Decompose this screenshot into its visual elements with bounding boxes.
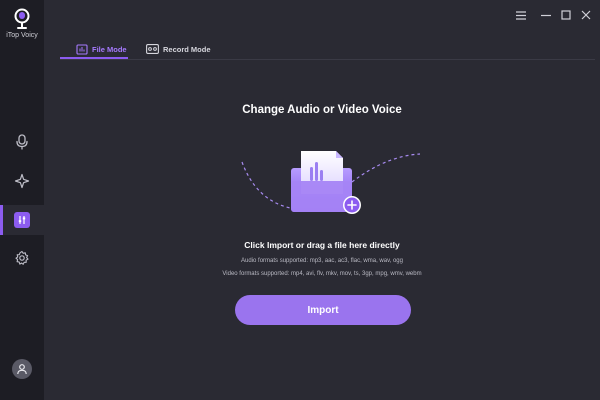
audio-formats-text: Audio formats supported: mp3, aac, ac3, … <box>241 258 403 264</box>
minimize-icon <box>541 14 551 16</box>
menu-icon <box>516 10 526 20</box>
sliders-icon <box>14 212 30 228</box>
app-logo: iTop Voicy <box>0 8 44 39</box>
microphone-icon <box>16 134 28 150</box>
minimize-button[interactable] <box>539 8 553 22</box>
logo-icon <box>14 8 30 29</box>
account-button[interactable] <box>12 359 32 379</box>
tab-record-mode-label: Record Mode <box>163 44 211 54</box>
menu-button[interactable] <box>514 8 528 22</box>
tab-file-mode[interactable]: File Mode <box>76 40 127 58</box>
close-button[interactable] <box>579 8 593 22</box>
add-icon <box>343 196 361 214</box>
import-button[interactable]: Import <box>235 295 411 325</box>
drop-instruction: Click Import or drag a file here directl… <box>244 240 400 250</box>
sidebar-item-effects[interactable] <box>0 166 44 196</box>
tab-file-mode-label: File Mode <box>92 44 127 54</box>
sparkle-icon <box>14 173 30 189</box>
page-heading: Change Audio or Video Voice <box>242 104 402 116</box>
close-icon <box>581 10 591 20</box>
file-audio-icon <box>76 43 88 55</box>
sidebar-item-file-mode[interactable] <box>0 205 44 235</box>
sidebar-item-settings[interactable] <box>0 243 44 273</box>
sidebar-item-microphone[interactable] <box>0 127 44 157</box>
tab-divider <box>60 59 595 60</box>
maximize-button[interactable] <box>559 8 573 22</box>
maximize-icon <box>561 10 571 20</box>
app-name: iTop Voicy <box>6 32 38 39</box>
tape-icon <box>146 44 159 54</box>
video-formats-text: Video formats supported: mp4, avi, flv, … <box>222 271 422 277</box>
drop-zone-illustration[interactable] <box>236 148 426 220</box>
user-icon <box>17 364 27 375</box>
active-tab-indicator <box>60 57 128 59</box>
gear-icon <box>15 250 29 265</box>
tab-record-mode[interactable]: Record Mode <box>146 40 211 58</box>
sidebar: iTop Voicy <box>0 0 44 400</box>
